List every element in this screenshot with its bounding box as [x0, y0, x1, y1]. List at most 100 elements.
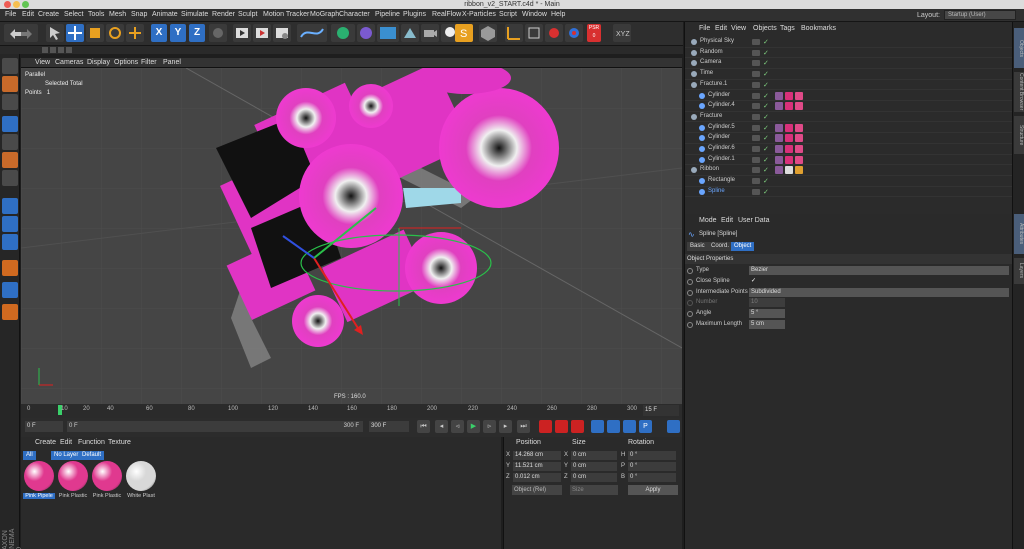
menu-motion-tracker[interactable]: Motion Tracker [263, 11, 309, 18]
visibility-dots[interactable] [752, 81, 760, 88]
deformer-icon[interactable] [357, 24, 375, 42]
viewport-menu-view[interactable]: View [35, 59, 50, 66]
timeline-icon[interactable] [667, 420, 680, 433]
side-tab-attributes[interactable]: Attributes [1014, 214, 1024, 254]
position-y-field[interactable]: 11.521 cm [513, 462, 561, 471]
generator-icon[interactable] [331, 24, 355, 42]
keyframe-selection-icon[interactable] [571, 420, 584, 433]
material-tag[interactable] [785, 91, 793, 100]
animation-mode-icon[interactable] [2, 152, 18, 168]
enabled-check[interactable]: ✓ [763, 145, 769, 153]
menu-character[interactable]: Character [339, 11, 370, 18]
material-tag[interactable] [795, 145, 803, 153]
max-frame-field[interactable]: 300 F [369, 421, 409, 432]
material-menu-texture[interactable]: Texture [108, 439, 131, 446]
material-tag[interactable] [795, 166, 803, 175]
viewport-menu-filter[interactable]: Filter [141, 59, 157, 66]
snapping-icon[interactable] [2, 282, 18, 298]
enabled-check[interactable]: ✓ [763, 177, 769, 185]
material-tag[interactable] [795, 134, 803, 143]
enabled-check[interactable]: ✓ [763, 92, 769, 100]
visibility-dots[interactable] [752, 178, 760, 185]
menu-pipeline[interactable]: Pipeline [375, 11, 400, 18]
material-swatch[interactable]: Pink Plastic [91, 461, 123, 501]
z-axis-lock-button[interactable]: Z [189, 24, 205, 42]
side-tab-layers[interactable]: Layers [1014, 258, 1024, 284]
attribute-menu-edit[interactable]: Edit [721, 217, 733, 224]
rotation-p-field[interactable]: 0 ° [628, 462, 676, 471]
side-tab-content-browser[interactable]: Content Browser [1014, 72, 1024, 112]
render-view-icon[interactable] [233, 24, 251, 42]
visibility-dots[interactable] [752, 113, 760, 120]
menu-simulate[interactable]: Simulate [181, 11, 208, 18]
layout-dropdown[interactable]: Startup (User) [944, 10, 1016, 20]
material-tag[interactable] [775, 134, 783, 143]
side-tab-structure[interactable]: Structure [1014, 116, 1024, 154]
cloner-icon[interactable] [377, 24, 399, 42]
material-tag[interactable] [785, 155, 793, 164]
zoom-window-button[interactable] [22, 1, 29, 8]
visibility-dots[interactable] [752, 188, 760, 195]
enabled-check[interactable]: ✓ [763, 59, 769, 67]
object-menu-edit[interactable]: Edit [715, 25, 727, 32]
visibility-dots[interactable] [752, 60, 760, 67]
enabled-check[interactable]: ✓ [763, 70, 769, 78]
close-window-button[interactable] [4, 1, 11, 8]
object-row[interactable]: Fracture ✓ [685, 112, 1013, 123]
viewport-menu-display[interactable]: Display [87, 59, 110, 66]
enabled-check[interactable]: ✓ [763, 166, 769, 174]
material-filter-default[interactable]: Default [79, 451, 105, 460]
side-tab-objects[interactable]: Objects [1014, 28, 1024, 68]
make-editable-icon[interactable] [2, 58, 18, 74]
menu-snap[interactable]: Snap [131, 11, 147, 18]
size-y-field[interactable]: 0 cm [571, 462, 617, 471]
menu-script[interactable]: Script [499, 11, 517, 18]
object-row[interactable]: Time ✓ [685, 69, 1013, 80]
object-row[interactable]: Rectangle ✓ [685, 176, 1013, 187]
visibility-dots[interactable] [752, 92, 760, 99]
points-mode-icon[interactable] [2, 170, 18, 186]
material-menu-edit[interactable]: Edit [60, 439, 72, 446]
property-value-close-spline[interactable]: ✓ [749, 277, 759, 286]
object-menu-objects[interactable]: Objects [753, 25, 777, 32]
property-animate-radio[interactable] [687, 289, 693, 296]
property-value-type[interactable]: Bezier [749, 266, 1009, 275]
autokey-icon[interactable] [565, 24, 583, 42]
material-tag[interactable] [785, 102, 793, 111]
y-axis-lock-button[interactable]: Y [170, 24, 186, 42]
edges-mode-icon[interactable] [2, 198, 18, 214]
visibility-dots[interactable] [752, 103, 760, 110]
enabled-check[interactable]: ✓ [763, 102, 769, 110]
enabled-check[interactable]: ✓ [763, 188, 769, 196]
enabled-check[interactable]: ✓ [763, 38, 769, 46]
property-value-intermediate-points[interactable]: Subdivided [749, 287, 1009, 297]
object-row[interactable]: Cylinder.6 ✓ [685, 144, 1013, 155]
menu-render[interactable]: Render [212, 11, 235, 18]
cube-object-icon[interactable] [479, 24, 497, 42]
material-tag[interactable] [785, 145, 793, 153]
menu-select[interactable]: Select [64, 11, 83, 18]
object-row[interactable]: Cylinder ✓ [685, 133, 1013, 144]
next-key-icon[interactable]: ▸ [499, 420, 512, 433]
key-scale-icon[interactable] [607, 420, 620, 433]
scale-tool-icon[interactable] [86, 24, 104, 42]
visibility-dots[interactable] [752, 146, 760, 152]
timeline-ruler[interactable]: 0 10 20 40 60 80 100 120 140 160 180 200 220 240 260 28… [21, 404, 682, 418]
texture-mode-icon[interactable] [2, 76, 18, 92]
go-to-end-icon[interactable]: ⏭ [517, 420, 530, 433]
camera-object-icon[interactable] [421, 24, 439, 42]
material-tag[interactable] [785, 166, 793, 175]
material-swatch[interactable]: Pink Pipele [23, 461, 55, 501]
spline-pen-icon[interactable] [297, 24, 327, 42]
material-menu-create[interactable]: Create [35, 439, 56, 446]
go-to-start-icon[interactable]: ⏮ [417, 420, 430, 433]
visibility-dots[interactable] [752, 167, 760, 174]
material-tag[interactable] [775, 123, 783, 132]
property-value-maximum-length[interactable]: 5 cm [749, 320, 785, 329]
menu-create[interactable]: Create [38, 11, 59, 18]
menu-help[interactable]: Help [551, 11, 565, 18]
enabled-check[interactable]: ✓ [763, 124, 769, 132]
property-animate-radio[interactable] [687, 311, 693, 318]
model-mode-icon[interactable] [2, 116, 18, 132]
key-position-icon[interactable] [591, 420, 604, 433]
